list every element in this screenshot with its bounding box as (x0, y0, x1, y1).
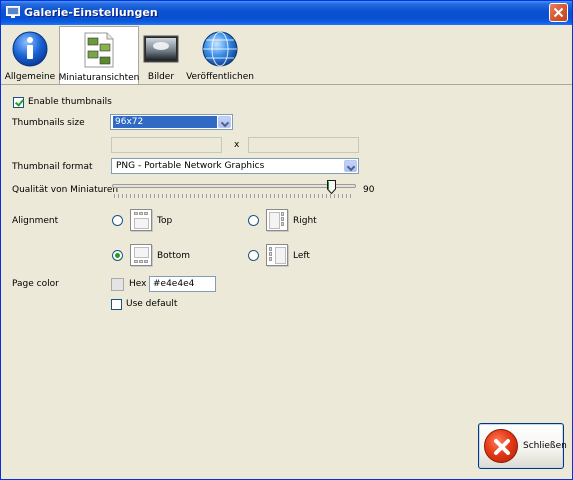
align-top-icon (130, 209, 152, 231)
tab-veroeffentlichen-label: Veröffentlichen (186, 72, 254, 82)
hex-field[interactable] (149, 276, 216, 292)
align-bottom-label: Bottom (157, 251, 191, 261)
align-right-label: Right (293, 216, 317, 226)
thumbnail-format-value: PNG - Portable Network Graphics (116, 161, 265, 171)
hex-label: Hex (129, 279, 147, 289)
thumbnails-size-select[interactable]: 96x72 (110, 114, 233, 130)
page-color-label: Page color (12, 279, 59, 289)
align-bottom-radio[interactable] (112, 250, 123, 261)
tab-miniaturansichten[interactable]: Miniaturansichten (59, 26, 139, 84)
close-icon (494, 439, 510, 455)
tab-veroeffentlichen[interactable]: Veröffentlichen (185, 26, 255, 84)
align-left-icon (266, 244, 288, 266)
custom-width-field[interactable] (111, 137, 222, 153)
chevron-down-icon[interactable] (344, 160, 357, 172)
enable-thumbnails-checkbox[interactable] (13, 97, 24, 108)
thumbnails-size-value: 96x72 (113, 116, 217, 128)
globe-icon (202, 31, 238, 67)
align-top-label: Top (157, 216, 173, 226)
tab-allgemeine-label: Allgemeine (4, 72, 56, 82)
align-left-label: Left (293, 251, 310, 261)
tab-bilder-label: Bilder (147, 72, 175, 82)
align-right-icon (266, 209, 288, 231)
tab-allgemeine[interactable]: Allgemeine (3, 26, 57, 84)
align-right-radio[interactable] (248, 215, 259, 226)
align-top-radio[interactable] (112, 215, 123, 226)
custom-height-field[interactable] (248, 137, 359, 153)
toolbar: Allgemeine Miniaturansichten Bilder Verö… (1, 25, 572, 85)
quality-value: 90 (363, 185, 375, 195)
window-close-button[interactable] (549, 3, 568, 22)
custom-width-input[interactable] (112, 138, 221, 152)
use-default-label: Use default (126, 299, 178, 309)
align-left-radio[interactable] (248, 250, 259, 261)
thumbnail-format-select[interactable]: PNG - Portable Network Graphics (111, 158, 359, 174)
thumbnails-icon (84, 32, 114, 68)
title-bar[interactable]: Galerie-Einstellungen (1, 1, 572, 25)
tab-miniaturansichten-label: Miniaturansichten (58, 73, 140, 83)
alignment-label: Alignment (12, 216, 59, 226)
quality-label: Qualität von Miniaturen (12, 185, 119, 195)
window-title: Galerie-Einstellungen (24, 6, 158, 19)
quality-slider-track[interactable] (112, 184, 356, 188)
thumbnails-size-label: Thumbnails size (12, 118, 85, 128)
thumbnail-format-label: Thumbnail format (12, 162, 93, 172)
quality-slider-ticks (114, 194, 354, 198)
close-button[interactable]: Schließen (478, 423, 567, 469)
quality-slider-thumb[interactable] (327, 180, 337, 194)
info-icon (12, 31, 48, 67)
close-button-label: Schließen (523, 441, 567, 451)
size-separator: x (234, 140, 240, 150)
chevron-down-icon[interactable] (218, 116, 231, 128)
align-bottom-icon (130, 244, 152, 266)
app-icon (6, 6, 20, 18)
use-default-checkbox[interactable] (111, 299, 122, 310)
settings-window: Galerie-Einstellungen Allgemeine Miniatu… (0, 0, 573, 480)
close-circle-icon (484, 429, 518, 463)
close-icon (553, 7, 564, 18)
image-icon (143, 35, 179, 63)
enable-thumbnails-label: Enable thumbnails (28, 97, 112, 107)
tab-bilder[interactable]: Bilder (141, 26, 181, 84)
page-color-swatch[interactable] (111, 278, 124, 291)
hex-input[interactable] (150, 277, 215, 291)
custom-height-input[interactable] (249, 138, 358, 152)
